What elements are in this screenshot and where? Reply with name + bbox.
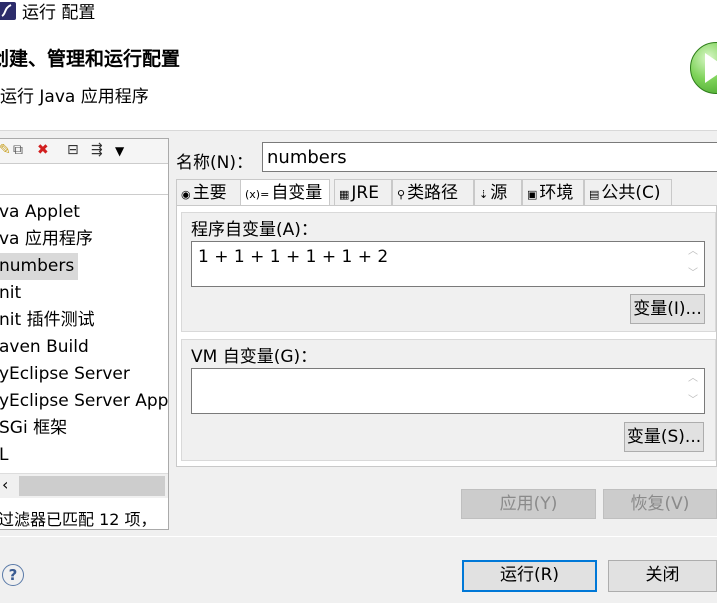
program-variables-button[interactable]: 变量(I)... bbox=[630, 294, 705, 324]
dialog-header: 创建、管理和运行配置 运行 Java 应用程序 bbox=[0, 26, 717, 131]
program-args-group: 程序自变量(A)： 1 + 1 + 1 + 1 + 1 + 2 ︿ ﹀ 变量(I… bbox=[181, 212, 716, 332]
tab-source[interactable]: ⇣ 源 bbox=[474, 179, 522, 205]
name-label: 名称(N)： bbox=[176, 153, 253, 173]
horizontal-scrollbar[interactable]: ‹ bbox=[0, 473, 168, 498]
tree-item-label: va Applet bbox=[0, 202, 80, 222]
title-bar: 运行 配置 bbox=[0, 0, 717, 26]
tab-main[interactable]: ◉ 主要 bbox=[176, 179, 242, 205]
tab-label: 公共(C) bbox=[601, 183, 661, 203]
vm-args-textarea[interactable]: ︿ ﹀ bbox=[191, 368, 705, 414]
tab-environment[interactable]: ▣ 环境 bbox=[522, 179, 584, 205]
classpath-tab-icon: ⚲ bbox=[397, 188, 406, 201]
tab-jre[interactable]: ▦ JRE bbox=[334, 179, 392, 205]
scrollbar-thumb[interactable] bbox=[19, 476, 165, 496]
tab-label: 源 bbox=[490, 183, 508, 203]
scroll-down-icon[interactable]: ﹀ bbox=[684, 393, 702, 409]
filter-input[interactable] bbox=[0, 164, 168, 195]
filter-status: 过滤器已匹配 12 项， bbox=[0, 510, 157, 529]
header-subtitle: 运行 Java 应用程序 bbox=[0, 87, 149, 107]
scroll-down-icon[interactable]: ﹀ bbox=[684, 266, 702, 282]
tab-label: 主要 bbox=[192, 183, 227, 203]
tab-label: 类路径 bbox=[407, 183, 459, 203]
tab-label: 环境 bbox=[539, 183, 574, 203]
header-title: 创建、管理和运行配置 bbox=[0, 48, 181, 70]
tab-common[interactable]: ▤ 公共(C) bbox=[584, 179, 672, 205]
program-args-textarea[interactable]: 1 + 1 + 1 + 1 + 1 + 2 ︿ ﹀ bbox=[191, 241, 705, 287]
tab-label: 自变量 bbox=[271, 183, 323, 203]
jre-tab-icon: ▦ bbox=[339, 188, 350, 201]
tree-item-label: yEclipse Server Appl bbox=[0, 391, 168, 411]
program-args-value: 1 + 1 + 1 + 1 + 1 + 2 bbox=[198, 247, 389, 267]
tab-label: JRE bbox=[351, 183, 379, 203]
collapse-all-icon[interactable]: ⊟ bbox=[67, 142, 79, 158]
tree-item-myeclipse-server-app[interactable]: yEclipse Server Appl bbox=[0, 388, 168, 415]
run-button[interactable]: 运行(R) bbox=[462, 560, 597, 592]
config-tree: va Applet va 应用程序 numbers nit nit 插件测试 a… bbox=[0, 199, 168, 469]
scroll-up-icon[interactable]: ︿ bbox=[684, 244, 702, 260]
arguments-tab-panel: 程序自变量(A)： 1 + 1 + 1 + 1 + 1 + 2 ︿ ﹀ 变量(I… bbox=[176, 205, 717, 467]
vm-variables-button[interactable]: 变量(S)... bbox=[624, 422, 704, 452]
tree-item-numbers[interactable]: numbers bbox=[0, 253, 168, 280]
tree-item-osgi[interactable]: SGi 框架 bbox=[0, 415, 168, 442]
vm-args-group: VM 自变量(G)： ︿ ﹀ 变量(S)... bbox=[181, 339, 716, 461]
config-tree-panel: ✎ ⧉ ✖ ⊟ ⇶ ▼ va Applet va 应用程序 numbers ni… bbox=[0, 138, 169, 530]
tree-item-label: yEclipse Server bbox=[0, 364, 130, 384]
tree-item-label: numbers bbox=[0, 253, 79, 280]
help-icon[interactable]: ? bbox=[2, 564, 24, 586]
tree-item-xsl[interactable]: L bbox=[0, 442, 168, 469]
vm-args-label: VM 自变量(G)： bbox=[191, 347, 318, 367]
tab-classpath[interactable]: ⚲ 类路径 bbox=[392, 179, 474, 205]
tree-item-junit[interactable]: nit bbox=[0, 280, 168, 307]
app-icon bbox=[0, 2, 16, 20]
window-title: 运行 配置 bbox=[22, 3, 96, 23]
tree-item-label: nit bbox=[0, 283, 22, 303]
revert-button[interactable]: 恢复(V) bbox=[603, 489, 717, 519]
tree-item-label: aven Build bbox=[0, 337, 89, 357]
new-config-icon[interactable]: ✎ bbox=[0, 142, 11, 158]
tree-item-myeclipse-server[interactable]: yEclipse Server bbox=[0, 361, 168, 388]
scroll-up-icon[interactable]: ︿ bbox=[684, 371, 702, 387]
divider bbox=[0, 536, 717, 537]
duplicate-icon[interactable]: ⧉ bbox=[13, 142, 23, 158]
program-args-label: 程序自变量(A)： bbox=[191, 220, 318, 240]
common-tab-icon: ▤ bbox=[589, 188, 600, 201]
tree-item-maven[interactable]: aven Build bbox=[0, 334, 168, 361]
tab-arguments[interactable]: (x)= 自变量 bbox=[240, 179, 330, 206]
close-button[interactable]: 关闭 bbox=[608, 560, 717, 592]
name-input[interactable] bbox=[262, 142, 717, 172]
scroll-left-icon[interactable]: ‹ bbox=[2, 475, 8, 494]
tree-item-java-app[interactable]: va 应用程序 bbox=[0, 226, 168, 253]
tree-item-java-applet[interactable]: va Applet bbox=[0, 199, 168, 226]
tree-item-junit-plugin[interactable]: nit 插件测试 bbox=[0, 307, 168, 334]
run-icon bbox=[690, 42, 717, 94]
tree-item-label: SGi 框架 bbox=[0, 418, 68, 438]
tree-item-label: nit 插件测试 bbox=[0, 310, 95, 330]
arguments-tab-icon: (x)= bbox=[245, 188, 270, 201]
tree-item-label: va 应用程序 bbox=[0, 229, 93, 249]
tree-toolbar: ✎ ⧉ ✖ ⊟ ⇶ ▼ bbox=[0, 139, 168, 164]
tree-item-label: L bbox=[0, 445, 9, 465]
environment-tab-icon: ▣ bbox=[527, 188, 538, 201]
dropdown-menu-icon[interactable]: ▼ bbox=[115, 144, 124, 158]
main-tab-icon: ◉ bbox=[181, 188, 191, 201]
filter-icon[interactable]: ⇶ bbox=[91, 142, 103, 158]
delete-icon[interactable]: ✖ bbox=[37, 142, 49, 158]
source-tab-icon: ⇣ bbox=[479, 188, 489, 201]
apply-button[interactable]: 应用(Y) bbox=[461, 489, 596, 519]
